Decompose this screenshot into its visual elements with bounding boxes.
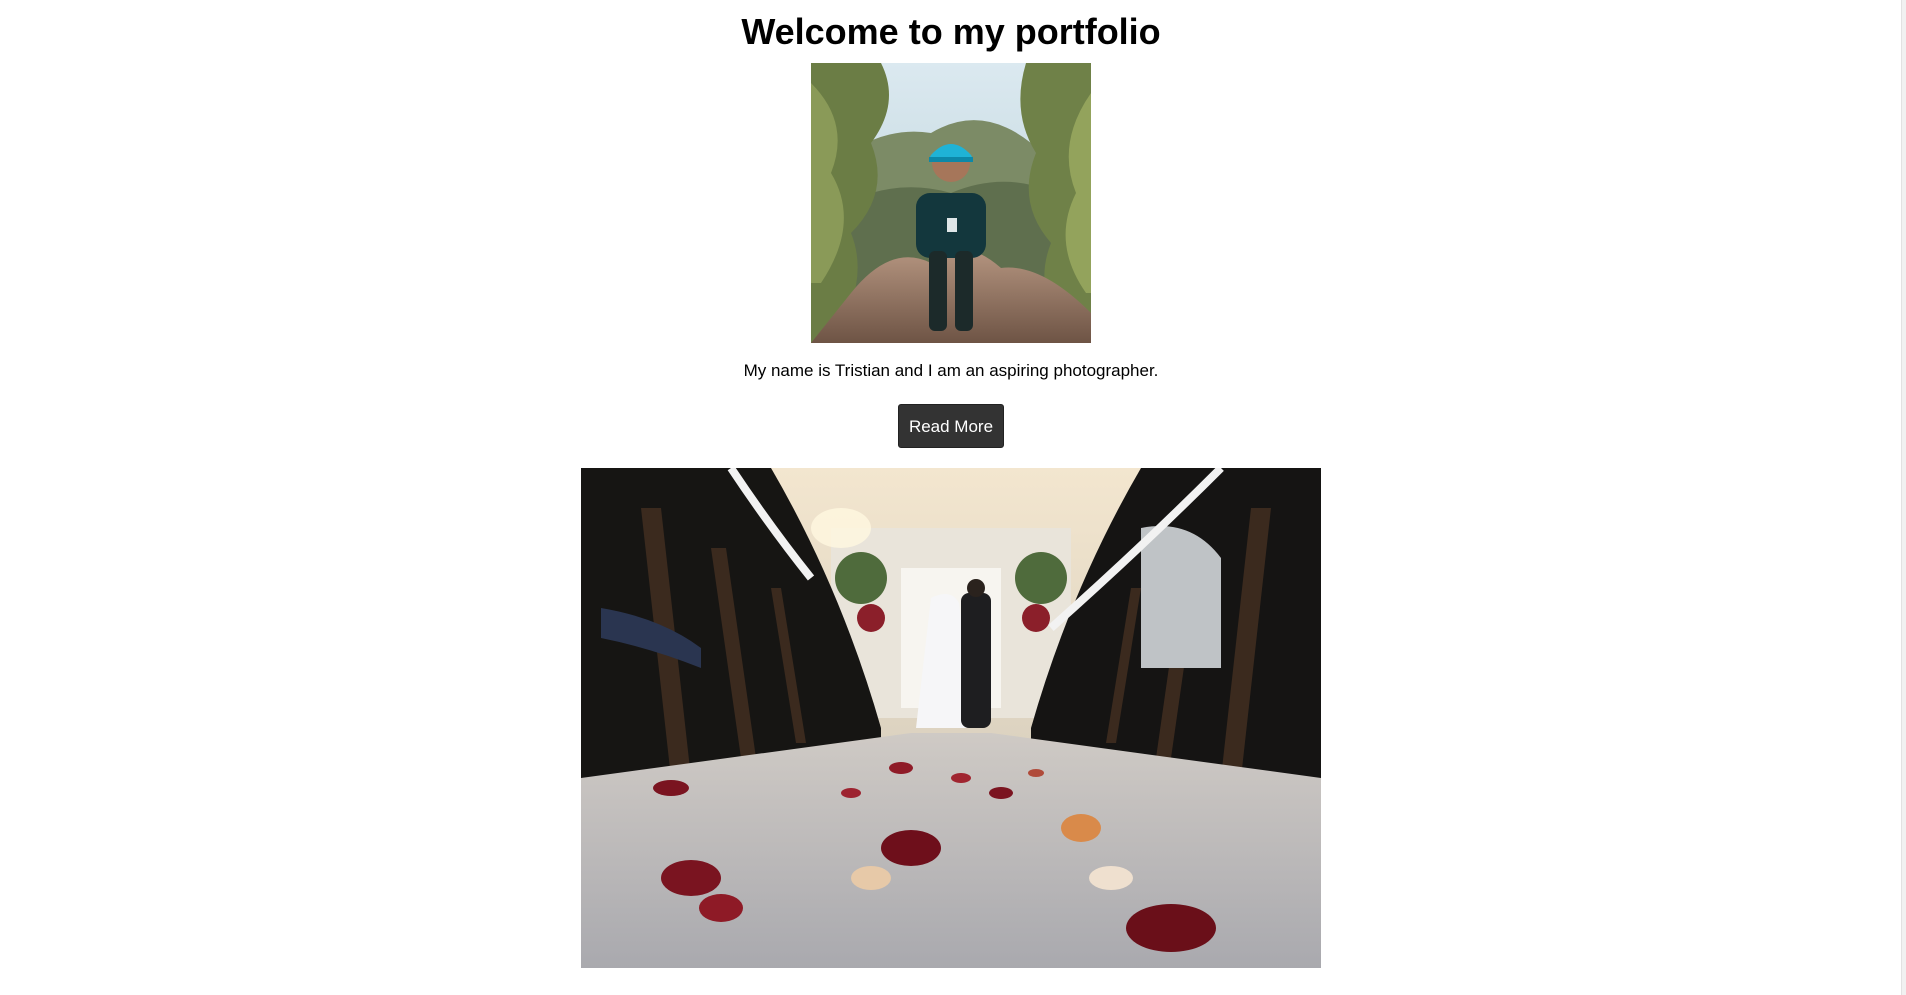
read-more-button[interactable]: Read More [897, 404, 1005, 448]
profile-photo [811, 63, 1091, 343]
main-content: Welcome to my portfolio My name is Trist… [0, 0, 1902, 968]
intro-text: My name is Tristian and I am an aspiring… [743, 361, 1159, 380]
portrait-photo-icon [811, 63, 1091, 343]
portfolio-page: Welcome to my portfolio My name is Trist… [0, 0, 1906, 995]
gallery-photo [581, 468, 1321, 968]
vertical-scrollbar[interactable] [1901, 0, 1906, 995]
page-title: Welcome to my portfolio [741, 11, 1161, 52]
wedding-aisle-photo-icon [581, 468, 1321, 968]
